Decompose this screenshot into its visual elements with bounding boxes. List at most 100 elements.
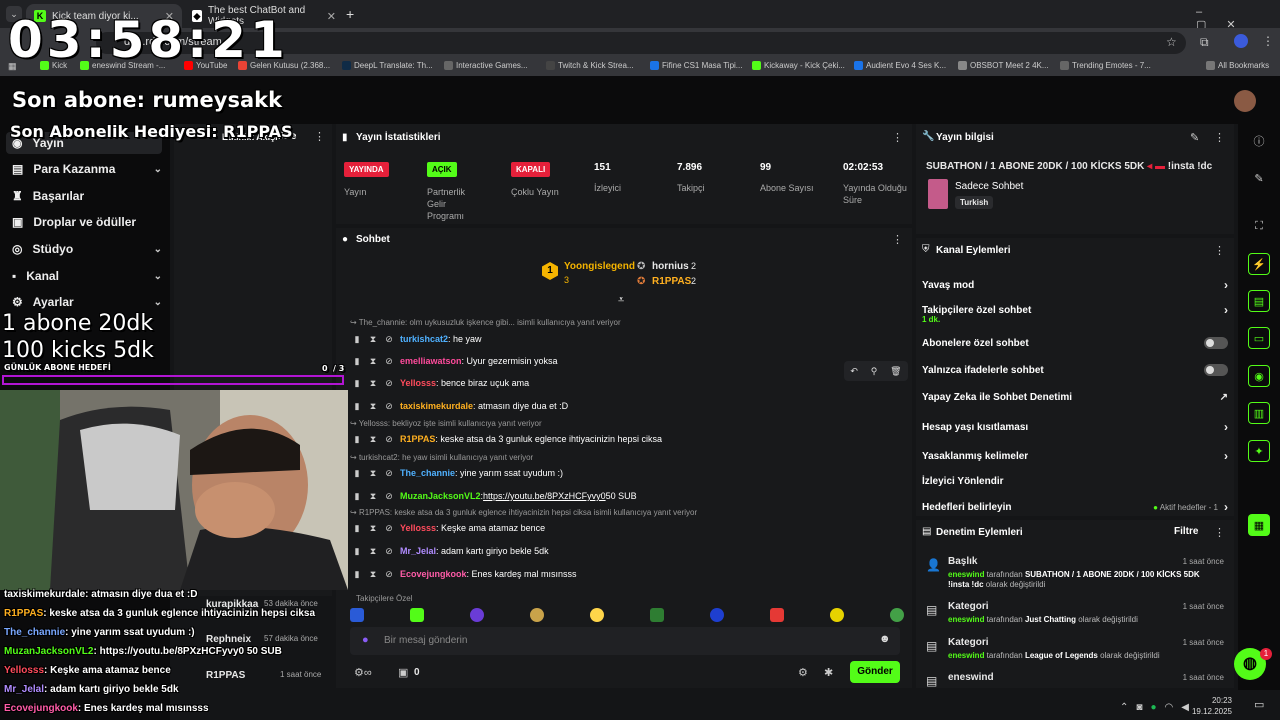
close-tab-icon[interactable]: ✕ <box>327 10 336 23</box>
chat-username[interactable]: Ecovejungkook <box>400 569 467 579</box>
edit-icon[interactable]: ✎ <box>1190 131 1199 144</box>
pen-icon[interactable]: ✎ <box>1248 167 1270 189</box>
notes-icon[interactable]: ▤ <box>1248 290 1270 312</box>
sidebar-item-ayarlar[interactable]: ⚙ Ayarlar ⌄ <box>12 291 162 313</box>
emote[interactable] <box>890 608 904 622</box>
bookmark-star-icon[interactable]: ☆ <box>1166 35 1177 49</box>
ban-icon[interactable]: ⊘ <box>384 523 394 534</box>
timeout-icon[interactable]: ⧗ <box>368 401 378 412</box>
ban-icon[interactable]: ⊘ <box>384 468 394 479</box>
chat-username[interactable]: Yellosss <box>400 378 436 388</box>
action-item[interactable]: Hedefleri belirleyin ● Aktif hedefler - 1… <box>922 498 1228 516</box>
reply-icon[interactable]: ↶ <box>850 366 858 377</box>
emote[interactable] <box>350 608 364 622</box>
timeout-icon[interactable]: ⧗ <box>368 356 378 367</box>
profile-avatar[interactable] <box>1234 34 1248 48</box>
action-item[interactable]: Yavaş mod › <box>922 276 1228 294</box>
timeout-icon[interactable]: ⧗ <box>368 546 378 557</box>
mod-filter-button[interactable]: Filtre <box>1174 526 1198 537</box>
user-avatar[interactable] <box>1234 90 1256 112</box>
new-tab-icon[interactable]: + <box>346 6 354 22</box>
chat-link[interactable]: https://youtu.be/8PXzHCFyvy0 <box>483 491 606 501</box>
bookmark[interactable]: Fifine CS1 Masa Tipi... <box>650 61 742 70</box>
emote[interactable] <box>770 608 784 622</box>
ban-icon[interactable]: ⊘ <box>384 334 394 345</box>
emote[interactable] <box>830 608 844 622</box>
action-item[interactable]: Yasaklanmış kelimeler › <box>922 447 1228 465</box>
chat-username[interactable]: Mr_Jelal <box>400 546 436 556</box>
timeout-icon[interactable]: ⧗ <box>368 491 378 502</box>
timeout-icon[interactable]: ⧗ <box>368 569 378 580</box>
bookmark[interactable]: DeepL Translate: Th... <box>342 61 433 70</box>
timeout-icon[interactable]: ⧗ <box>368 378 378 389</box>
top-gifter-name[interactable]: R1PPAS <box>652 276 691 287</box>
emote[interactable] <box>410 608 424 622</box>
action-item[interactable]: Hesap yaşı kısıtlaması › <box>922 418 1228 436</box>
notification-icon[interactable]: ▭ <box>1254 698 1264 711</box>
send-button[interactable]: Gönder <box>850 661 900 683</box>
more-icon[interactable]: ⋮ <box>1214 244 1225 257</box>
delete-icon[interactable]: ▮ <box>352 401 362 412</box>
emote[interactable] <box>530 608 544 622</box>
delete-icon[interactable]: 🗑 <box>890 366 901 377</box>
bookmark[interactable]: Twitch & Kick Strea... <box>546 61 634 70</box>
toggle-switch[interactable] <box>1204 337 1228 349</box>
all-bookmarks[interactable]: All Bookmarks <box>1206 61 1269 70</box>
top-gifter-name[interactable]: Yoongislegend <box>564 261 635 272</box>
more-icon[interactable]: ⋮ <box>1214 131 1225 144</box>
chat-username[interactable]: R1PPAS <box>400 434 435 444</box>
ban-icon[interactable]: ⊘ <box>384 378 394 389</box>
delete-icon[interactable]: ▮ <box>352 468 362 479</box>
delete-icon[interactable]: ▮ <box>352 334 362 345</box>
pin-icon[interactable]: ⚲ <box>871 366 878 377</box>
extensions-icon[interactable]: ⧉ <box>1200 35 1209 50</box>
info-icon[interactable]: ⓘ <box>1248 130 1270 152</box>
chat-username[interactable]: Yellosss <box>400 523 436 533</box>
chat-username[interactable]: The_channie <box>400 468 455 478</box>
chat-username[interactable]: emelliawatson <box>400 356 462 366</box>
layers-icon[interactable]: ▥ <box>1248 402 1270 424</box>
broadcast-icon[interactable]: ◉ <box>1248 365 1270 387</box>
mod-actor[interactable]: eneswind <box>948 615 984 624</box>
delete-icon[interactable]: ▮ <box>352 356 362 367</box>
bookmark[interactable]: Audient Evo 4 Ses K... <box>854 61 946 70</box>
timeout-icon[interactable]: ⧗ <box>368 434 378 445</box>
more-icon[interactable]: ⋮ <box>314 130 325 143</box>
tools-icon[interactable]: ⚙∞ <box>354 666 372 679</box>
toggle-switch[interactable] <box>1204 364 1228 376</box>
bookmark[interactable]: OBSBOT Meet 2 4K... <box>958 61 1049 70</box>
ban-icon[interactable]: ⊘ <box>384 491 394 502</box>
sidebar-item-kanal[interactable]: ▪ Kanal ⌄ <box>12 265 162 287</box>
timeout-icon[interactable]: ⧗ <box>368 523 378 534</box>
ban-icon[interactable]: ⊘ <box>384 434 394 445</box>
timeout-icon[interactable]: ⧗ <box>368 334 378 345</box>
chat-icon[interactable]: ▭ <box>1248 327 1270 349</box>
mod-actor[interactable]: eneswind <box>948 651 984 660</box>
ban-icon[interactable]: ⊘ <box>384 356 394 367</box>
action-item[interactable]: Takipçilere özel sohbet › <box>922 301 1228 319</box>
chat-username[interactable]: MuzanJacksonVL2 <box>400 491 481 501</box>
delete-icon[interactable]: ▮ <box>352 434 362 445</box>
delete-icon[interactable]: ▮ <box>352 546 362 557</box>
more-icon[interactable]: ⋮ <box>892 233 903 246</box>
action-item[interactable]: İzleyici Yönlendir <box>922 472 1228 490</box>
action-item[interactable]: Yalnızca ifadelerle sohbet <box>922 361 1228 379</box>
emote[interactable] <box>590 608 604 622</box>
bookmark[interactable]: Kickaway - Kick Çeki... <box>752 61 845 70</box>
ban-icon[interactable]: ⊘ <box>384 546 394 557</box>
clapper-icon[interactable]: ▦ <box>1248 514 1270 536</box>
collapse-pinned-icon[interactable]: ⩡ <box>618 294 624 307</box>
mic-icon[interactable]: ● <box>362 634 369 646</box>
action-item[interactable]: Abonelere özel sohbet <box>922 334 1228 352</box>
sidebar-item-droplar[interactable]: ▣ Droplar ve ödüller <box>12 211 162 233</box>
category-name[interactable]: Sadece Sohbet <box>955 181 1023 192</box>
top-gifter-name[interactable]: hornius <box>652 261 689 272</box>
delete-icon[interactable]: ▮ <box>352 523 362 534</box>
browser-menu-icon[interactable]: ⋮ <box>1262 34 1274 48</box>
sidebar-item-studyo[interactable]: ◎ Stüdyo ⌄ <box>12 238 162 260</box>
sidebar-item-basarilar[interactable]: ♜ Başarılar <box>12 185 162 207</box>
chat-username[interactable]: taxiskimekurdale <box>400 401 473 411</box>
delete-icon[interactable]: ▮ <box>352 378 362 389</box>
emote[interactable] <box>710 608 724 622</box>
delete-icon[interactable]: ▮ <box>352 491 362 502</box>
